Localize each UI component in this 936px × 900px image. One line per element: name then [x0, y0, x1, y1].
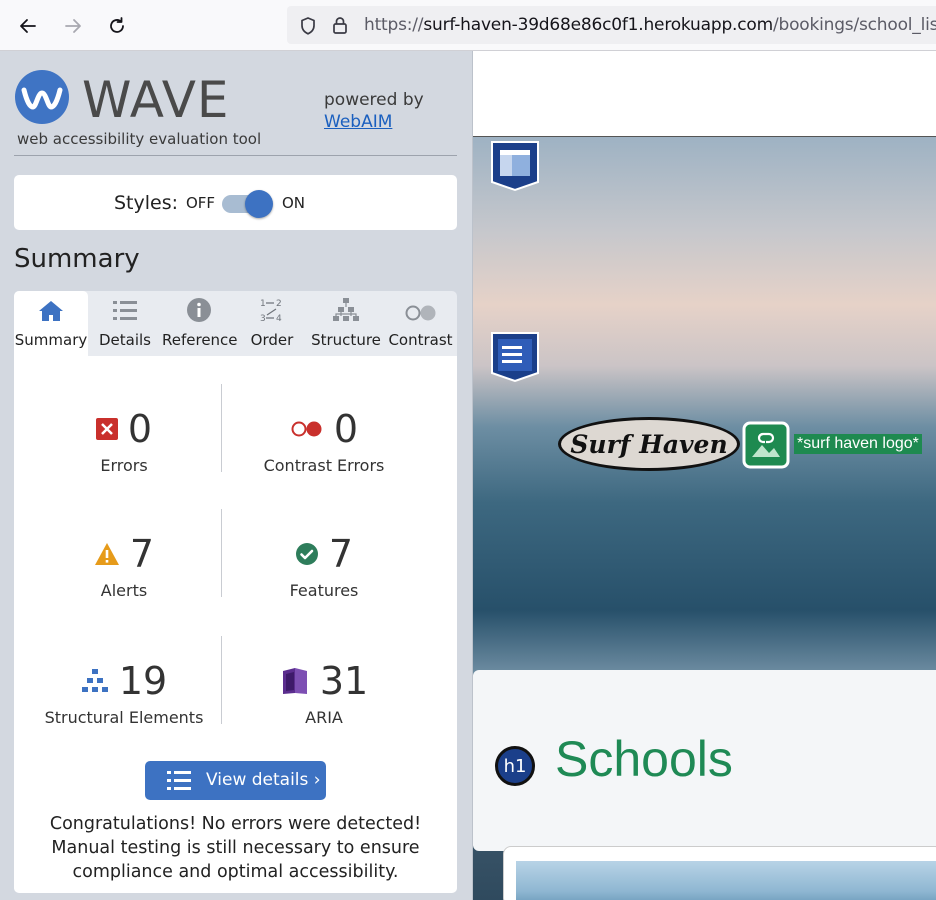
school-card-image [516, 861, 936, 900]
errors-stat[interactable]: 0 Errors [24, 407, 224, 475]
structure-icon [81, 669, 108, 692]
reload-icon [110, 17, 124, 33]
schools-header-card: h1 Schools [473, 670, 936, 851]
url-bar[interactable]: https://surf-haven-39d68e86c0f1.herokuap… [287, 6, 936, 44]
info-icon [187, 298, 211, 322]
powered-by: powered by WebAIM [324, 89, 424, 133]
features-count: 7 [328, 532, 354, 576]
contrast-errors-stat[interactable]: 0 Contrast Errors [224, 407, 424, 475]
tab-reference[interactable]: Reference [162, 291, 238, 356]
structure-icon [333, 298, 359, 321]
order-icon: 1 2 3 4 [260, 299, 282, 323]
tab-bar: Summary Details Reference 12 3 4 Order Str… [14, 291, 457, 356]
url-text[interactable]: https://surf-haven-39d68e86c0f1.herokuap… [364, 15, 936, 35]
url-path: /bookings/school_list/ [772, 15, 936, 35]
browser-toolbar: https://surf-haven-39d68e86c0f1.herokuap… [0, 0, 936, 51]
url-prefix: https:// [364, 15, 424, 35]
features-label: Features [289, 581, 359, 600]
svg-text:4: 4 [276, 314, 282, 323]
linked-image-icon[interactable] [742, 421, 790, 469]
wave-title: WAVE [82, 71, 230, 129]
structural-label: Structural Elements [44, 708, 204, 727]
tab-summary[interactable]: Summary [14, 291, 88, 356]
contrast-errors-count: 0 [333, 407, 359, 451]
wave-panel: WAVE web accessibility evaluation tool p… [0, 51, 473, 900]
errors-count: 0 [127, 407, 153, 451]
forward-arrow-icon [65, 19, 81, 33]
errors-label: Errors [100, 456, 148, 475]
contrast-icon [405, 305, 435, 321]
site-logo[interactable]: Surf Haven [558, 417, 740, 471]
powered-by-text: powered by [324, 90, 424, 110]
styles-on-label: ON [282, 194, 306, 212]
header-region-icon[interactable] [490, 140, 540, 192]
url-host: surf-haven-39d68e86c0f1.herokuapp.com [423, 15, 773, 35]
view-details-label: View details › [206, 770, 321, 790]
aria-count: 31 [319, 659, 369, 703]
back-button[interactable] [12, 10, 44, 42]
svg-text:3: 3 [260, 314, 266, 323]
aria-stat[interactable]: 31 ARIA [224, 659, 424, 727]
alt-text-tag: *surf haven logo* [794, 434, 922, 454]
styles-off-label: OFF [186, 194, 216, 212]
home-icon [39, 301, 63, 321]
error-icon [95, 418, 118, 440]
list-icon [113, 301, 137, 320]
alerts-label: Alerts [100, 581, 148, 600]
contrast-error-icon [291, 421, 322, 437]
lock-icon[interactable] [331, 15, 349, 35]
aria-icon [282, 668, 307, 694]
site-viewport: Surf Haven *surf haven logo* h1 Schools [473, 51, 936, 900]
hero-background: Surf Haven *surf haven logo* h1 Schools [473, 137, 936, 900]
forward-button[interactable] [57, 10, 89, 42]
reload-button[interactable] [101, 10, 133, 42]
structural-count: 19 [118, 659, 168, 703]
styles-toggle-box: Styles: OFF ON [14, 175, 457, 230]
aria-label: ARIA [305, 708, 343, 727]
svg-text:1: 1 [260, 299, 266, 309]
site-navbar [473, 51, 936, 137]
summary-panel: 0 Errors 0 Contrast Errors 7 Alerts 7 Fe… [14, 356, 457, 893]
h1-badge-icon[interactable]: h1 [495, 746, 535, 786]
features-stat[interactable]: 7 Features [224, 532, 424, 600]
alert-icon [94, 543, 119, 565]
styles-toggle-knob[interactable] [245, 190, 273, 218]
navigation-region-icon[interactable] [490, 331, 540, 383]
page-title: Schools [555, 731, 733, 787]
tab-details-label: Details [98, 331, 151, 349]
tab-contrast[interactable]: Contrast [384, 291, 457, 356]
structural-stat[interactable]: 19 Structural Elements [24, 659, 224, 727]
feature-icon [295, 543, 318, 565]
tab-reference-label: Reference [162, 331, 238, 349]
alerts-count: 7 [129, 532, 155, 576]
back-arrow-icon [20, 19, 36, 33]
contrast-errors-label: Contrast Errors [263, 456, 385, 475]
alerts-stat[interactable]: 7 Alerts [24, 532, 224, 600]
webaim-link[interactable]: WebAIM [324, 112, 392, 132]
tab-structure[interactable]: Structure [308, 291, 384, 356]
tab-order-label: Order [250, 331, 294, 349]
tab-order[interactable]: 12 3 4 Order [236, 291, 308, 356]
school-card[interactable] [503, 846, 936, 900]
shield-icon[interactable] [299, 16, 317, 36]
wave-subtitle: web accessibility evaluation tool [17, 130, 262, 148]
svg-text:2: 2 [276, 299, 282, 309]
list-icon [167, 771, 191, 790]
view-details-button[interactable]: View details › [145, 761, 326, 800]
divider [14, 155, 457, 156]
tab-contrast-label: Contrast [388, 331, 453, 349]
congratulations-message: Congratulations! No errors were detected… [49, 814, 422, 882]
tab-structure-label: Structure [311, 331, 381, 349]
wave-logo-icon [15, 70, 69, 124]
tab-details[interactable]: Details [88, 291, 162, 356]
styles-label: Styles: [114, 192, 179, 214]
summary-heading: Summary [14, 244, 140, 274]
tab-summary-label: Summary [14, 331, 88, 349]
